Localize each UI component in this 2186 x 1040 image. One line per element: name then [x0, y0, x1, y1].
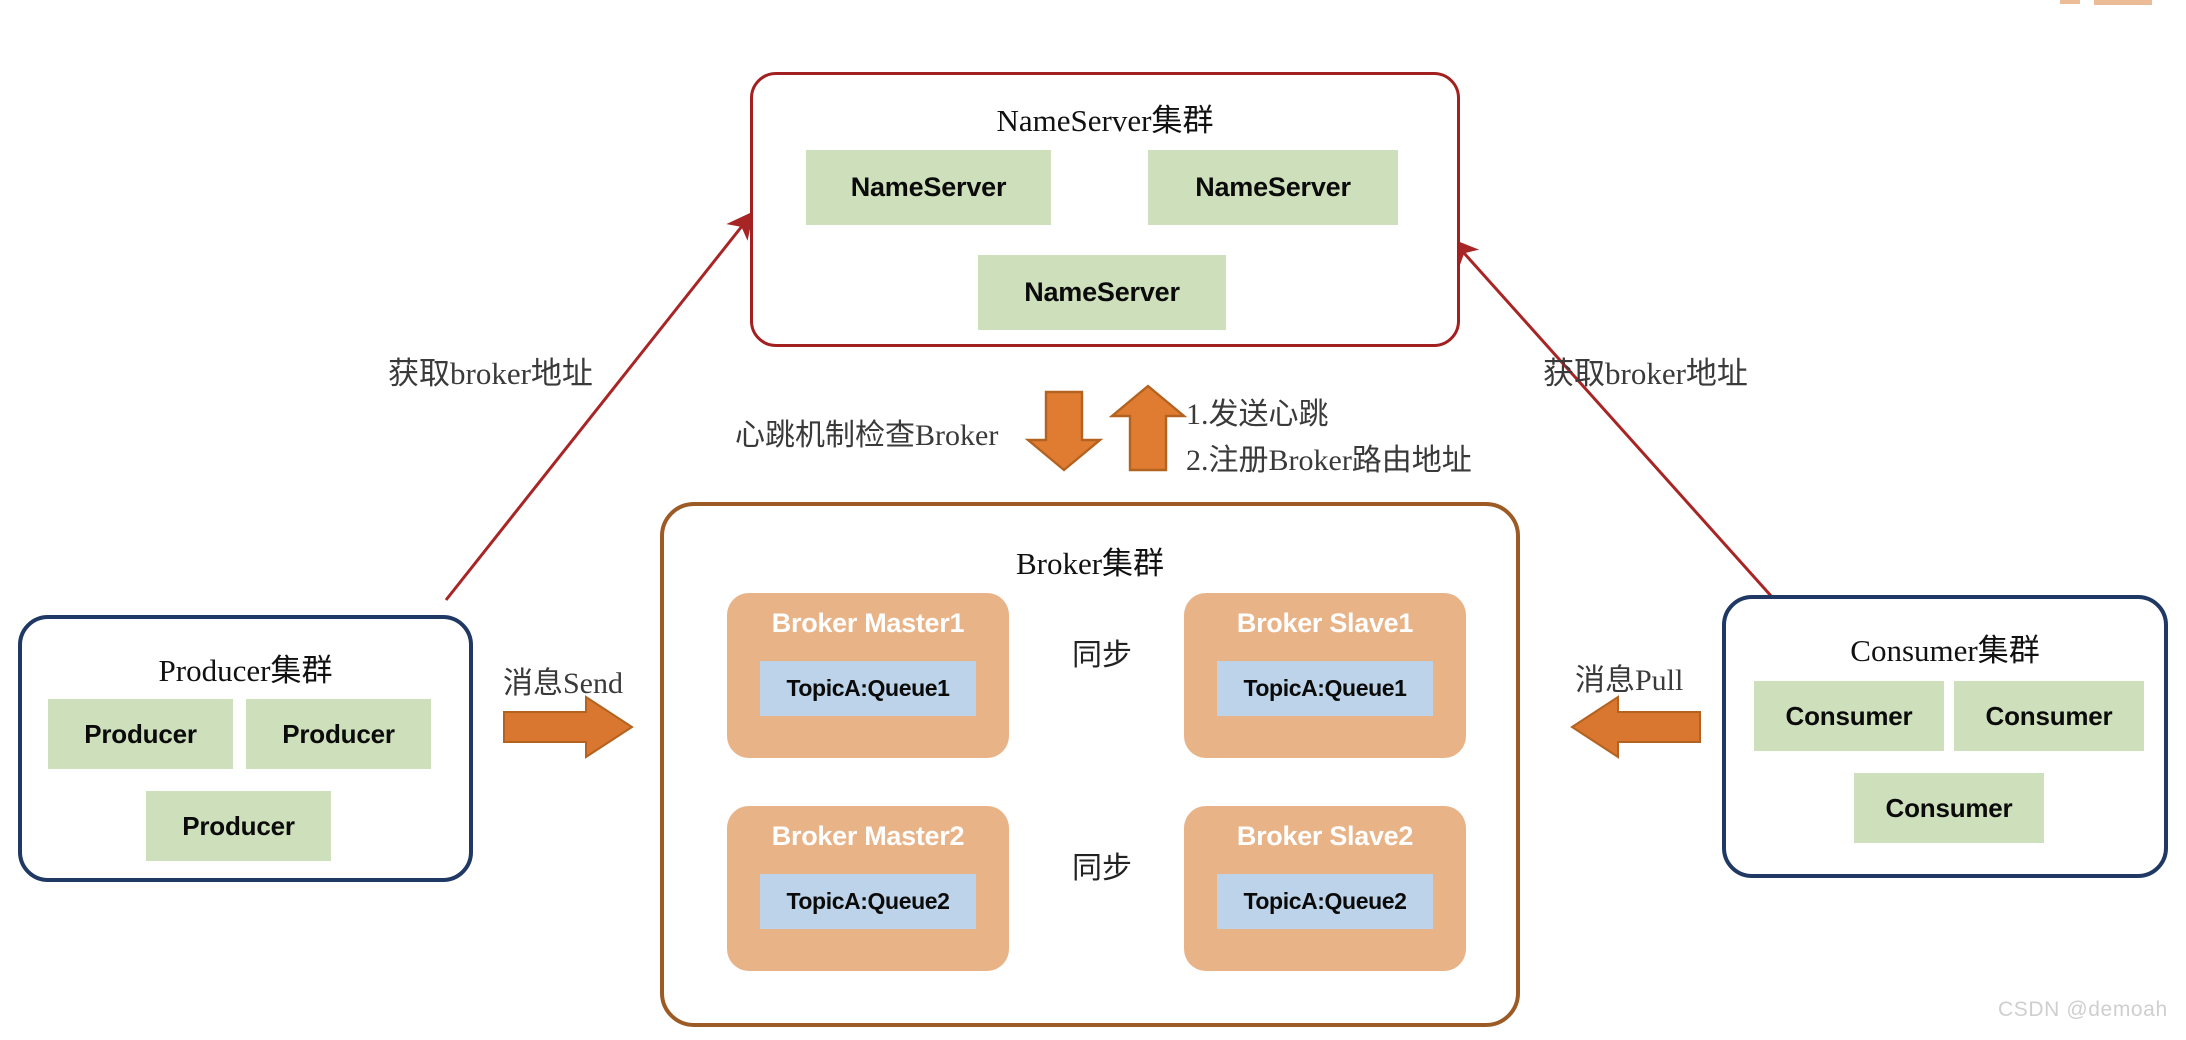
broker-slave-1-label: Broker Slave1	[1236, 608, 1414, 638]
broker-slave-1-queue[interactable]: TopicA:Queue1	[1217, 661, 1433, 716]
broker-master-1[interactable]: Broker Master1 TopicA:Queue1	[727, 593, 1009, 758]
consumer-node-2[interactable]: Consumer	[1954, 681, 2144, 751]
message-send-label: 消息Send	[503, 667, 623, 700]
message-send-arrow	[503, 695, 634, 759]
broker-cluster[interactable]: Broker集群 Broker Master1 TopicA:Queue1 Br…	[660, 502, 1520, 1027]
broker-slave-2-queue-label: TopicA:Queue2	[1243, 888, 1407, 914]
consumer-node-3[interactable]: Consumer	[1854, 773, 2044, 843]
nameserver-node-3[interactable]: NameServer	[978, 255, 1226, 330]
broker-slave-2-queue[interactable]: TopicA:Queue2	[1217, 874, 1433, 929]
producer-node-3[interactable]: Producer	[146, 791, 331, 861]
message-pull-label: 消息Pull	[1575, 664, 1684, 697]
nameserver-node-2-label: NameServer	[1195, 172, 1351, 202]
producer-cluster[interactable]: Producer集群 Producer Producer Producer	[18, 615, 473, 882]
producer-node-3-label: Producer	[182, 810, 295, 841]
producer-nameserver-link-label: 获取broker地址	[388, 356, 593, 391]
broker-slave-1[interactable]: Broker Slave1 TopicA:Queue1	[1184, 593, 1466, 758]
heartbeat-check-label: 心跳机制检查Broker	[735, 419, 999, 452]
broker-slave-2-label: Broker Slave2	[1236, 821, 1414, 851]
heartbeat-up-arrow	[1108, 384, 1188, 472]
broker-cluster-title: Broker集群	[1015, 546, 1165, 581]
nameserver-cluster-title: NameServer集群	[996, 103, 1214, 138]
consumer-node-2-label: Consumer	[1985, 700, 2113, 731]
broker-master-2-queue[interactable]: TopicA:Queue2	[760, 874, 976, 929]
producer-node-2-label: Producer	[282, 718, 395, 749]
sync-label-row-1: 同步	[1072, 639, 1132, 672]
consumer-node-1[interactable]: Consumer	[1754, 681, 1944, 751]
broker-slave-1-queue-label: TopicA:Queue1	[1243, 675, 1407, 701]
consumer-node-3-label: Consumer	[1885, 792, 2013, 823]
broker-slave-2[interactable]: Broker Slave2 TopicA:Queue2	[1184, 806, 1466, 971]
register-step-2-label: 2.注册Broker路由地址	[1186, 444, 1472, 477]
producer-cluster-title: Producer集群	[158, 653, 333, 688]
producer-node-1[interactable]: Producer	[48, 699, 233, 769]
consumer-nameserver-link-label: 获取broker地址	[1543, 356, 1748, 391]
nameserver-cluster[interactable]: NameServer集群 NameServer NameServer NameS…	[750, 72, 1460, 347]
top-right-sliver-secondary	[2060, 0, 2080, 4]
nameserver-node-1[interactable]: NameServer	[806, 150, 1051, 225]
nameserver-node-3-label: NameServer	[1024, 277, 1180, 307]
broker-master-1-queue[interactable]: TopicA:Queue1	[760, 661, 976, 716]
consumer-cluster-title: Consumer集群	[1850, 633, 2040, 668]
broker-master-1-queue-label: TopicA:Queue1	[786, 675, 950, 701]
top-right-sliver	[2094, 0, 2152, 5]
register-step-1-label: 1.发送心跳	[1186, 398, 1329, 431]
nameserver-node-1-label: NameServer	[850, 172, 1007, 202]
producer-node-1-label: Producer	[84, 718, 197, 749]
diagram-canvas: NameServer集群 NameServer NameServer NameS…	[0, 0, 2186, 1040]
broker-master-1-label: Broker Master1	[771, 608, 965, 638]
producer-node-2[interactable]: Producer	[246, 699, 431, 769]
broker-master-2-label: Broker Master2	[771, 821, 965, 851]
nameserver-node-2[interactable]: NameServer	[1148, 150, 1398, 225]
broker-master-2-queue-label: TopicA:Queue2	[786, 888, 950, 914]
sync-label-row-2: 同步	[1072, 852, 1132, 885]
consumer-node-1-label: Consumer	[1785, 700, 1913, 731]
consumer-cluster[interactable]: Consumer集群 Consumer Consumer Consumer	[1722, 595, 2168, 878]
csdn-watermark: CSDN @demoah	[1998, 998, 2168, 1021]
message-pull-arrow	[1570, 695, 1701, 759]
broker-master-2[interactable]: Broker Master2 TopicA:Queue2	[727, 806, 1009, 971]
heartbeat-down-arrow	[1024, 390, 1104, 472]
